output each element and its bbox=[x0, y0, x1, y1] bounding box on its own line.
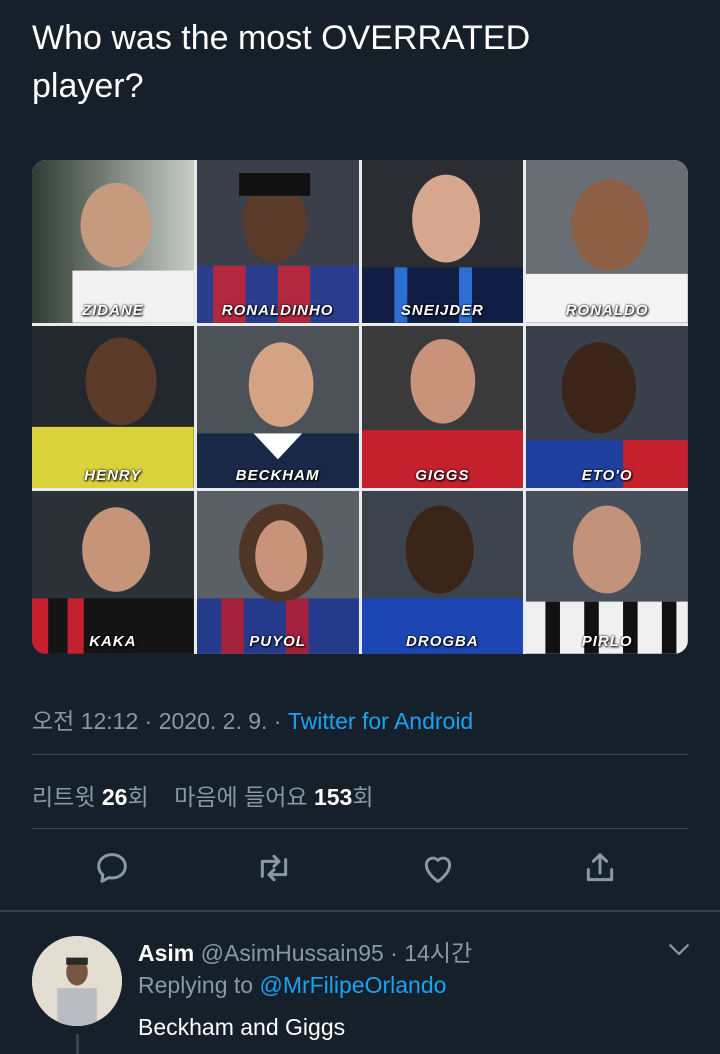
chevron-down-icon[interactable] bbox=[664, 934, 694, 964]
tweet-text: Who was the most OVERRATED player? bbox=[32, 14, 692, 110]
player-name: ZIDANE bbox=[81, 301, 144, 319]
player-tile-pirlo: PIRLO bbox=[526, 491, 688, 654]
divider bbox=[32, 754, 688, 755]
player-tile-ronaldo: RONALDO bbox=[526, 160, 688, 323]
player-name: PIRLO bbox=[581, 633, 633, 650]
reply-icon bbox=[97, 853, 127, 883]
tweet-text-line1: Who was the most OVERRATED bbox=[32, 19, 531, 57]
player-name: ETO'O bbox=[581, 467, 633, 485]
player-tile-ronaldinho: RONALDINHO bbox=[196, 160, 359, 323]
tweet-stats: 리트윗 26회 마음에 들어요 153회 bbox=[32, 778, 374, 812]
tweet-meta: 오전 12:12 · 2020. 2. 9. · Twitter for And… bbox=[32, 702, 473, 736]
player-tile-sneijder: SNEIJDER bbox=[361, 160, 524, 323]
reply-handle-time: @AsimHussain95 · 14시간 bbox=[194, 940, 473, 966]
player-tile-giggs: GIGGS bbox=[361, 325, 524, 489]
player-name: RONALDO bbox=[565, 301, 649, 319]
tweet-source-link[interactable]: Twitter for Android bbox=[288, 708, 473, 734]
player-tile-henry: HENRY bbox=[32, 325, 194, 489]
like-icon bbox=[424, 856, 452, 883]
divider bbox=[32, 828, 688, 829]
likes-suffix: 회 bbox=[352, 784, 374, 810]
retweets-suffix: 회 bbox=[127, 784, 149, 810]
retweet-button[interactable] bbox=[254, 848, 298, 892]
likes-count: 153 bbox=[313, 784, 353, 810]
player-tile-zidane: ZIDANE bbox=[32, 160, 194, 323]
player-name: KAKA bbox=[89, 633, 137, 650]
player-name: SNEIJDER bbox=[400, 301, 484, 319]
reply-username[interactable]: Asim bbox=[138, 940, 194, 966]
player-tile-puyol: PUYOL bbox=[196, 491, 359, 654]
tweet-actions bbox=[0, 848, 720, 894]
like-button[interactable] bbox=[418, 848, 462, 892]
replying-to: Replying to @MrFilipeOrlando bbox=[138, 972, 446, 999]
player-name: GIGGS bbox=[415, 467, 470, 485]
reply-header: Asim @AsimHussain95 · 14시간 bbox=[138, 934, 472, 968]
tweet-text-line2: player? bbox=[32, 67, 144, 105]
retweets-label: 리트윗 bbox=[32, 784, 102, 810]
avatar[interactable] bbox=[32, 936, 122, 1026]
replying-prefix: Replying to bbox=[138, 972, 260, 998]
replying-mention-link[interactable]: @MrFilipeOrlando bbox=[259, 972, 446, 998]
player-name: HENRY bbox=[84, 467, 142, 485]
player-tile-etoo: ETO'O bbox=[526, 325, 688, 489]
player-name: BECKHAM bbox=[235, 467, 320, 485]
retweet-icon bbox=[260, 854, 288, 882]
players-image-grid[interactable]: ZIDANE RONALDINHO SNEIJDER RONALDO HENRY… bbox=[32, 160, 688, 654]
player-tile-beckham: BECKHAM bbox=[196, 325, 359, 489]
retweets-count: 26 bbox=[101, 784, 128, 810]
share-icon bbox=[586, 853, 614, 882]
thread-line bbox=[76, 1034, 79, 1054]
player-tile-drogba: DROGBA bbox=[361, 491, 524, 654]
tweet-timestamp: 오전 12:12 · 2020. 2. 9. · bbox=[32, 708, 288, 734]
likes-label: 마음에 들어요 bbox=[174, 784, 314, 810]
retweets-stat[interactable]: 리트윗 26회 bbox=[32, 784, 149, 810]
reply-body: Beckham and Giggs bbox=[138, 1014, 346, 1040]
reply-button[interactable] bbox=[92, 848, 136, 892]
player-name: RONALDINHO bbox=[221, 301, 334, 319]
reply-tweet[interactable]: Asim @AsimHussain95 · 14시간 Replying to @… bbox=[0, 912, 720, 1054]
player-name: PUYOL bbox=[249, 633, 306, 650]
player-name: DROGBA bbox=[406, 633, 479, 650]
share-button[interactable] bbox=[580, 848, 624, 892]
player-tile-kaka: KAKA bbox=[32, 491, 194, 654]
likes-stat[interactable]: 마음에 들어요 153회 bbox=[174, 784, 373, 810]
